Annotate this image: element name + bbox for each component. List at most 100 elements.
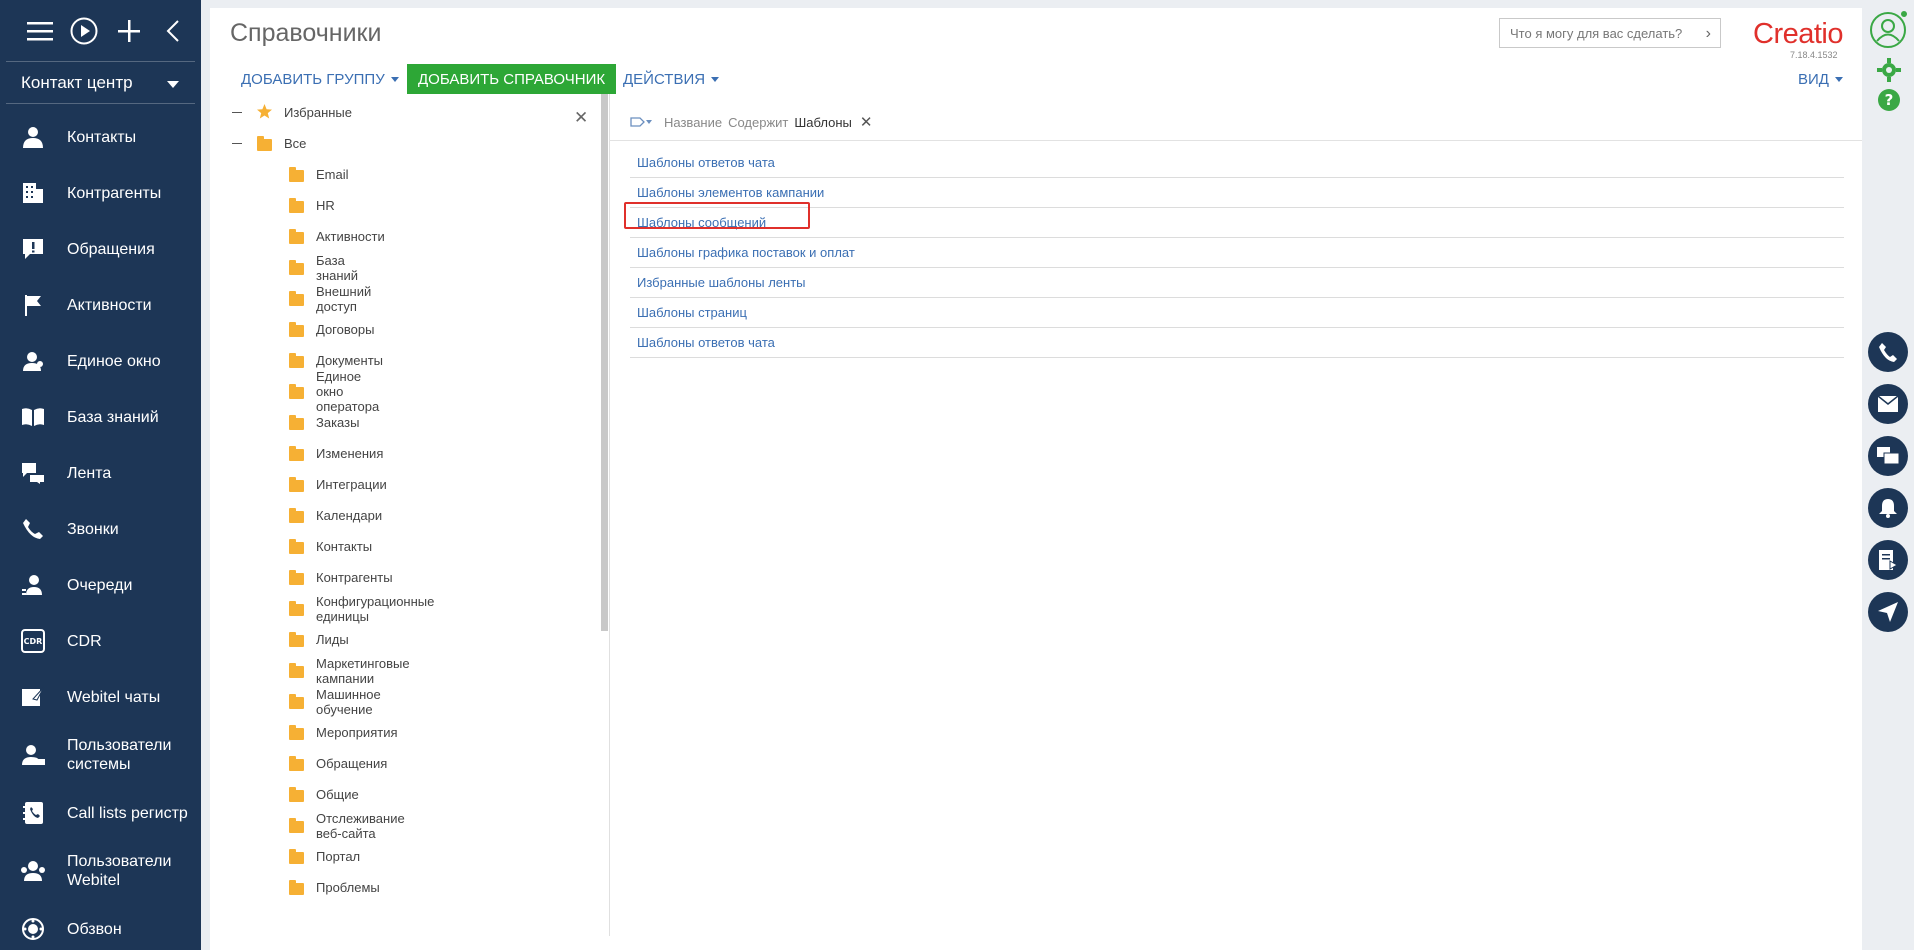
sidebar-item-dialer[interactable]: Обзвон: [0, 901, 201, 950]
send-icon[interactable]: [1868, 592, 1908, 632]
email-icon[interactable]: [1868, 384, 1908, 424]
sidebar-item-label: Обращения: [67, 240, 155, 258]
page-title: Справочники: [230, 19, 382, 47]
tree-item-label: Календари: [316, 508, 383, 523]
tree-item-label: Общие: [316, 787, 359, 802]
phone-icon: [20, 516, 46, 542]
folder-icon: [257, 136, 272, 151]
sidebar-item-accounts[interactable]: Контрагенты: [0, 165, 201, 221]
tree-item-label: Портал: [316, 849, 361, 864]
chevron-right-icon[interactable]: ›: [1706, 25, 1711, 43]
workspace-select[interactable]: Контакт центр: [6, 62, 195, 104]
add-group-button[interactable]: ДОБАВИТЬ ГРУППУ: [241, 64, 399, 94]
lookup-list-item[interactable]: Шаблоны ответов чата: [630, 328, 1844, 358]
sidebar-item-contacts[interactable]: Контакты: [0, 109, 201, 165]
version-label: 7.18.4.1532: [1790, 50, 1838, 60]
collapse-icon[interactable]: [232, 143, 242, 144]
lookup-list-item[interactable]: Шаблоны ответов чата: [630, 148, 1844, 178]
close-icon[interactable]: ✕: [574, 108, 588, 128]
tree-item-label: Заказы: [316, 415, 360, 430]
gear-icon[interactable]: [1877, 58, 1901, 87]
folder-icon: [289, 632, 304, 647]
play-process-icon[interactable]: [62, 0, 106, 62]
sidebar-item-label: Единое окно: [67, 352, 161, 370]
tree-item-label: Избранные: [284, 105, 352, 120]
sidebar-item-label: Webitel чаты: [67, 688, 161, 706]
plus-icon[interactable]: [107, 0, 151, 62]
clear-filter-icon[interactable]: ✕: [860, 113, 873, 131]
tree-item-label: HR: [316, 198, 335, 213]
command-search-input[interactable]: Что я могу для вас сделать? ›: [1499, 18, 1721, 48]
tree-scrollbar[interactable]: [601, 94, 608, 631]
divider: [609, 94, 610, 936]
view-button[interactable]: ВИД: [1798, 64, 1843, 94]
person-icon: [20, 124, 46, 150]
sidebar-item-label: Активности: [67, 296, 152, 314]
actions-button[interactable]: ДЕЙСТВИЯ: [623, 64, 720, 94]
tree-item-label: Документы: [316, 353, 384, 368]
sidebar-item-label: Контрагенты: [67, 184, 162, 202]
filter-operator: Содержит: [728, 114, 789, 130]
folder-icon: [289, 880, 304, 895]
sidebar-item-cases[interactable]: Обращения: [0, 221, 201, 277]
filter-field: Название: [664, 114, 723, 130]
agent-icon: [20, 348, 46, 374]
collapse-icon[interactable]: [232, 112, 242, 113]
sidebar-menu: Контакты Контрагенты Обращения Активност…: [0, 104, 201, 950]
chat-icon[interactable]: [1868, 436, 1908, 476]
sidebar-item-label: Пользователи Webitel: [67, 853, 172, 889]
sidebar-item-calls[interactable]: Звонки: [0, 501, 201, 557]
lookup-list-item[interactable]: Шаблоны сообщений: [630, 208, 1844, 238]
cdr-icon: CDR: [20, 628, 46, 654]
lookup-list-item[interactable]: Шаблоны графика поставок и оплат: [630, 238, 1844, 268]
svg-text:CDR: CDR: [24, 637, 43, 646]
chevron-down-icon: [167, 73, 179, 93]
tree-item-label: Маркетинговые кампании: [316, 655, 410, 686]
sidebar-item-webitel-users[interactable]: Пользователи Webitel: [0, 841, 201, 901]
tree-item-label: Все: [284, 136, 307, 151]
search-placeholder: Что я могу для вас сделать?: [1510, 25, 1683, 41]
folder-icon: [289, 167, 304, 182]
phone-icon[interactable]: [1868, 332, 1908, 372]
hamburger-menu-icon[interactable]: [18, 0, 62, 62]
folder-icon: [289, 291, 304, 306]
tree-item-label: Контакты: [316, 539, 373, 554]
folder-icon: [289, 694, 304, 709]
collapse-chevron-icon[interactable]: [151, 0, 195, 62]
sidebar-item-queues[interactable]: Очереди: [0, 557, 201, 613]
flag-icon: [20, 292, 46, 318]
filter-tag-icon[interactable]: [630, 115, 652, 129]
document-play-icon[interactable]: [1868, 540, 1908, 580]
sidebar-item-call-lists[interactable]: Call lists регистр: [0, 785, 201, 841]
lookup-list-item[interactable]: Шаблоны страниц: [630, 298, 1844, 328]
folder-tree: ✕ Избранные Все Email HR Активности База зн…: [210, 94, 608, 936]
send-icon: [20, 684, 46, 710]
main-sidebar: Контакт центр Контакты Контрагенты Обращ…: [0, 0, 201, 950]
users-icon: [20, 858, 46, 884]
sidebar-item-single-window[interactable]: Единое окно: [0, 333, 201, 389]
help-icon[interactable]: ?: [1877, 88, 1901, 117]
bell-icon[interactable]: [1868, 488, 1908, 528]
dial-icon: [20, 916, 46, 942]
add-lookup-button[interactable]: ДОБАВИТЬ СПРАВОЧНИК: [407, 64, 617, 94]
sidebar-item-system-users[interactable]: Пользователи системы: [0, 725, 201, 785]
user-avatar-icon[interactable]: [1868, 10, 1908, 50]
folder-icon: [289, 415, 304, 430]
folder-icon: [289, 198, 304, 213]
sidebar-item-webitel-chats[interactable]: Webitel чаты: [0, 669, 201, 725]
folder-icon: [289, 539, 304, 554]
tree-item-label: Проблемы: [316, 880, 380, 895]
sidebar-item-activities[interactable]: Активности: [0, 277, 201, 333]
folder-icon: [289, 446, 304, 461]
lookup-list-item[interactable]: Избранные шаблоны ленты: [630, 268, 1844, 298]
sidebar-item-feed[interactable]: Лента: [0, 445, 201, 501]
svg-text:?: ?: [1885, 91, 1894, 109]
folder-icon: [289, 384, 304, 399]
folder-icon: [289, 663, 304, 678]
folder-icon: [289, 787, 304, 802]
sidebar-item-knowledge-base[interactable]: База знаний: [0, 389, 201, 445]
sidebar-item-cdr[interactable]: CDR CDR: [0, 613, 201, 669]
tree-item-label: Обращения: [316, 756, 388, 771]
lookup-list-item[interactable]: Шаблоны элементов кампании: [630, 178, 1844, 208]
sidebar-item-label: Лента: [67, 464, 112, 482]
